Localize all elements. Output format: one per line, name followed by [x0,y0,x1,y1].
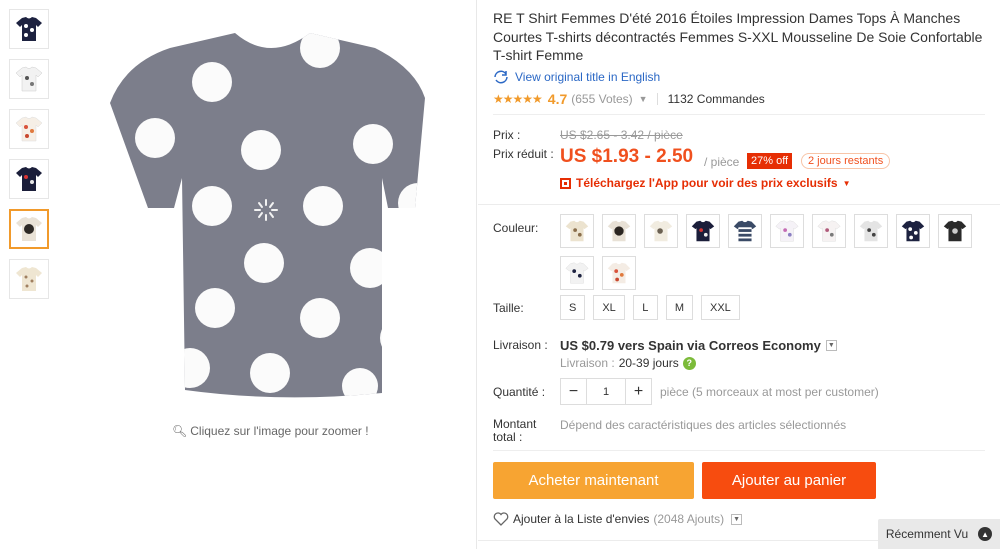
qr-code-icon [560,177,571,189]
help-icon[interactable]: ? [682,356,696,370]
rating-value: 4.7 [547,91,568,107]
thumbnail-navy-dots[interactable] [9,9,49,49]
shipping-time-label: Livraison : [560,356,615,370]
days-left-badge: 2 jours restants [801,153,891,169]
quantity-input[interactable]: 1 [586,379,626,404]
discount-badge: 27% off [747,153,793,169]
product-title: RE T Shirt Femmes D'été 2016 Étoiles Imp… [493,10,983,63]
product-main-image[interactable] [70,8,470,408]
translate-link[interactable]: View original title in English [493,70,660,84]
zoom-hint: 🔍︎ Cliquez sur l'image pour zoomer ! [172,424,369,438]
color-swatch-dark-print[interactable] [602,214,636,248]
quantity-stepper: − 1 + [560,378,652,405]
wishlist-count: (2048 Ajouts) [653,512,725,526]
color-swatch-black-print[interactable] [938,214,972,248]
chevron-down-icon[interactable]: ▼ [639,94,649,104]
color-swatch-beige-print[interactable] [560,214,594,248]
recently-viewed-text[interactable]: Récemment Vu [886,527,968,541]
discount-price-label: Prix réduit : [493,147,554,161]
color-swatch-white-dots[interactable] [560,256,594,290]
orders-count: 1132 Commandes [667,92,765,106]
color-swatch-grey-print[interactable] [854,214,888,248]
rating-row: ★★★★★ 4.7 (655 Votes) ▼ 1132 Commandes [493,91,765,107]
chevron-down-icon[interactable]: ▼ [731,513,743,525]
wishlist-text[interactable]: Ajouter à la Liste d'envies [513,512,649,526]
color-swatch-navy-stripes[interactable] [728,214,762,248]
color-swatch-white-print[interactable] [812,214,846,248]
quantity-plus-button[interactable]: + [626,379,651,404]
shipping-option[interactable]: US $0.79 vers Spain via Correos Economy … [560,338,837,353]
wishlist-link[interactable]: Ajouter à la Liste d'envies (2048 Ajouts… [493,512,743,526]
size-option-s[interactable]: S [560,295,586,320]
color-swatches [560,214,980,290]
discount-price: US $1.93 - 2.50 [560,146,694,167]
size-option-xl[interactable]: XL [593,295,625,320]
thumbnail-white-print[interactable] [9,59,49,99]
recently-viewed-button[interactable]: Récemment Vu ▲ [878,519,1000,549]
size-options: S XL L M XXL [560,295,740,320]
thumbnail-floral[interactable] [9,109,49,149]
color-swatch-red-floral[interactable] [602,256,636,290]
size-label: Taille: [493,301,524,315]
thumbnail-beige-print[interactable] [9,259,49,299]
divider [493,114,985,115]
add-to-cart-button[interactable]: Ajouter au panier [702,462,876,499]
divider [476,0,477,549]
price-label: Prix : [493,128,521,142]
color-label: Couleur: [493,221,539,235]
heart-icon [493,512,509,526]
color-swatch-navy-hearts[interactable] [686,214,720,248]
quantity-note: pièce (5 morceaux at most per customer) [660,385,879,399]
votes-count[interactable]: (655 Votes) [571,92,632,106]
magnifier-icon: 🔍︎ [172,424,188,438]
shipping-label: Livraison : [493,338,548,352]
thumbnail-list [9,9,51,309]
app-promo-text[interactable]: Téléchargez l'App pour voir des prix exc… [576,176,838,190]
translate-link-text[interactable]: View original title in English [515,70,660,84]
shipping-time: Livraison : 20-39 jours ? [560,356,696,370]
shipping-time-value: 20-39 jours [618,356,679,370]
size-option-l[interactable]: L [632,295,658,320]
chevron-down-icon[interactable]: ▼ [825,340,837,351]
quantity-minus-button[interactable]: − [561,379,586,404]
app-promo-link[interactable]: Téléchargez l'App pour voir des prix exc… [560,176,851,190]
separator [656,93,658,105]
price-unit: / pièce [704,155,740,169]
total-label: Montant total : [493,417,537,444]
thumbnail-printed-selected[interactable] [9,209,49,249]
star-rating-icon: ★★★★★ [493,92,543,106]
buy-now-button[interactable]: Acheter maintenant [493,462,694,499]
shipping-text[interactable]: US $0.79 vers Spain via Correos Economy [560,338,821,353]
translate-icon [494,70,508,84]
thumbnail-navy-hearts[interactable] [9,159,49,199]
color-swatch-cream-print[interactable] [644,214,678,248]
original-price: US $2.65 - 3.42 / pièce [560,128,683,142]
divider [478,204,1000,205]
zoom-hint-text: Cliquez sur l'image pour zoomer ! [190,424,369,438]
color-swatch-navy-dots[interactable] [896,214,930,248]
total-note: Dépend des caractéristiques des articles… [560,418,847,432]
quantity-label: Quantité : [493,385,546,399]
size-option-xxl[interactable]: XXL [700,295,740,320]
divider [493,450,985,451]
color-swatch-white-floral[interactable] [770,214,804,248]
chevron-up-icon[interactable]: ▲ [978,527,993,541]
caret-down-icon[interactable]: ▼ [843,179,851,188]
size-option-m[interactable]: M [665,295,693,320]
